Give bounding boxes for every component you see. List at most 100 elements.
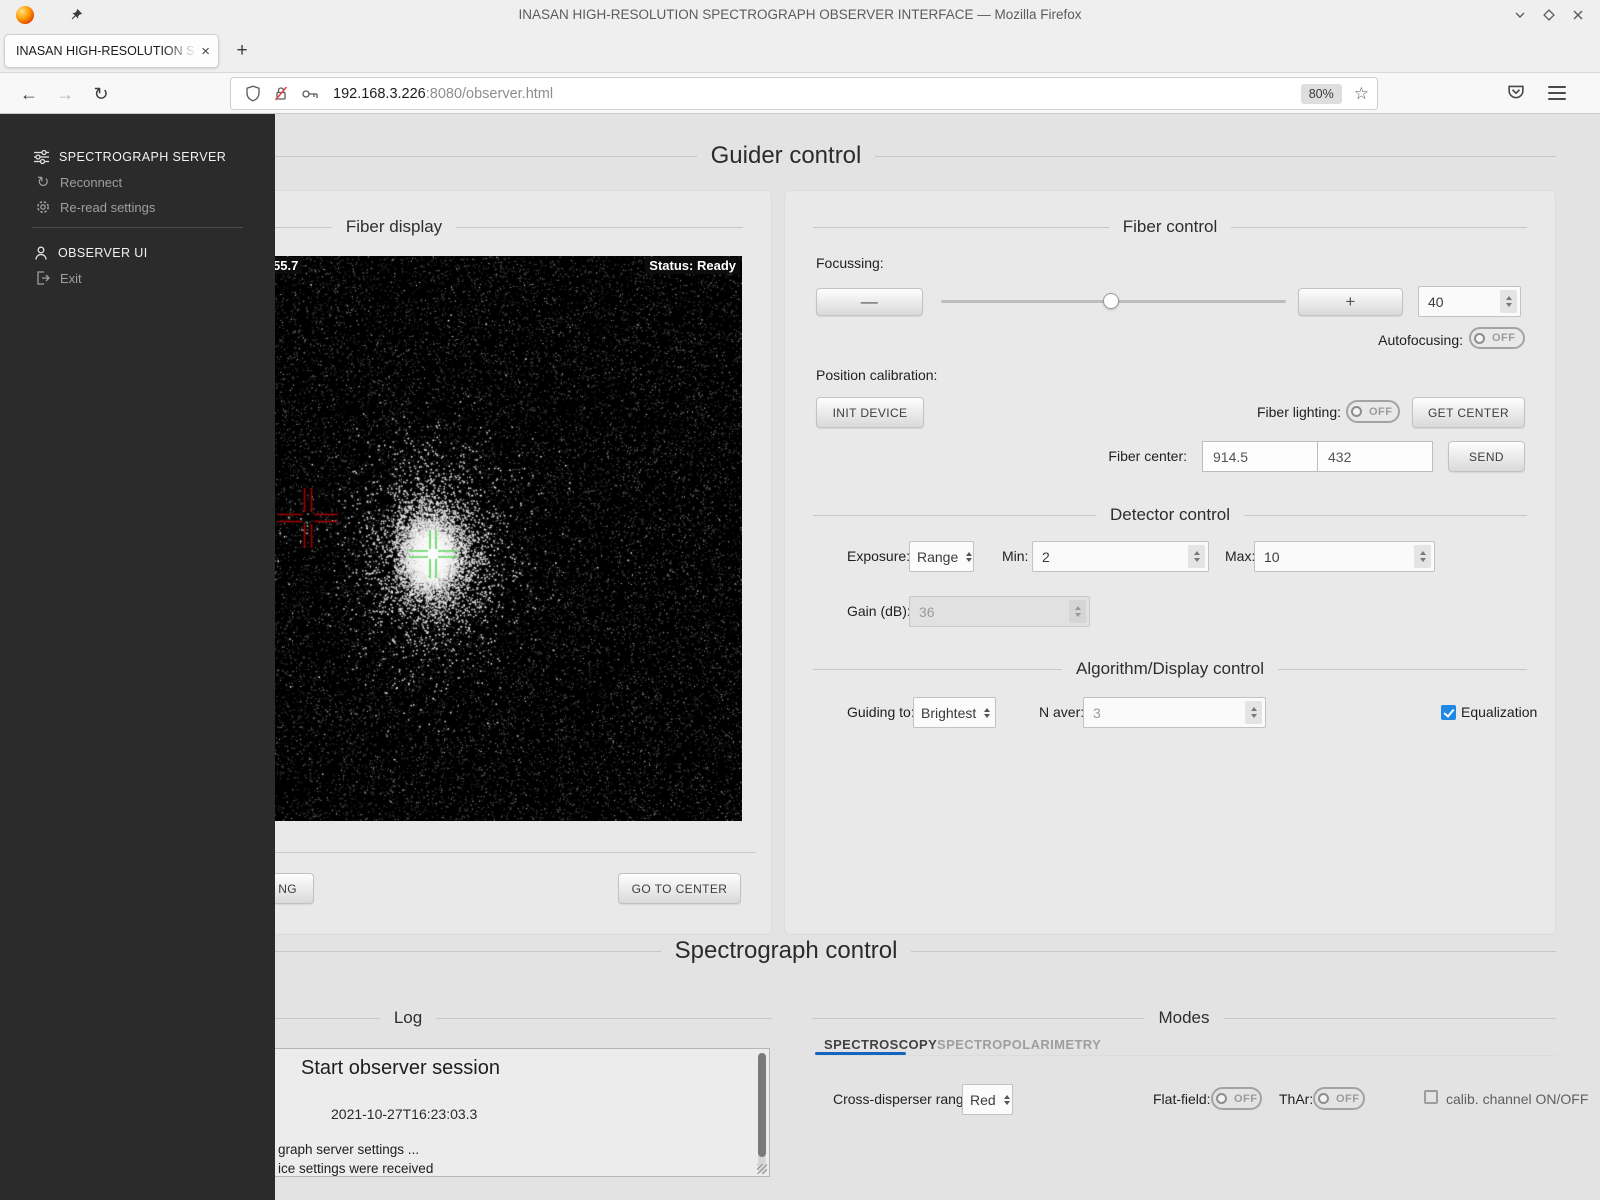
maximize-button[interactable] (1539, 5, 1559, 25)
browser-tab[interactable]: INASAN HIGH-RESOLUTION S × (4, 34, 219, 68)
back-button[interactable]: ← (14, 79, 44, 109)
flat-field-toggle-knob (1216, 1093, 1227, 1104)
focus-slider-thumb[interactable] (1103, 293, 1119, 309)
tab-close-button[interactable]: × (197, 43, 210, 60)
n-aver-spinner[interactable] (1245, 701, 1262, 724)
focus-minus-button[interactable]: — (816, 288, 923, 316)
navigation-toolbar: ← → ↻ 192.168.3.226:8080/observer.html 8… (0, 72, 1600, 114)
log-scrollbar-thumb[interactable] (758, 1053, 766, 1157)
n-aver-input[interactable] (1084, 705, 1245, 721)
pocket-icon[interactable] (1506, 82, 1526, 107)
init-device-button[interactable]: INIT DEVICE (816, 397, 924, 428)
fiber-lighting-toggle[interactable]: OFF (1346, 400, 1400, 423)
url-host: 192.168.3.226 (333, 86, 426, 102)
exposure-mode-value: Range (917, 549, 958, 565)
calib-channel-checkbox[interactable] (1424, 1090, 1438, 1104)
fiber-lighting-toggle-knob (1351, 406, 1362, 417)
exposure-min-label: Min: (1002, 548, 1028, 564)
key-icon[interactable] (301, 87, 319, 101)
log-entry-title: Start observer session (301, 1057, 500, 1080)
exposure-min-spinner[interactable] (1188, 545, 1205, 568)
modes-legend: Modes (812, 1008, 1556, 1028)
page-content: Guider control Fiber display 55.7 Status… (0, 114, 1600, 1200)
fiber-center-label: Fiber center: (1065, 448, 1187, 464)
cross-disperser-label: Cross-disperser range: (833, 1091, 975, 1107)
thar-label: ThAr: (1279, 1091, 1313, 1107)
gain-wrap (909, 596, 1090, 627)
select-arrows-icon (1004, 1095, 1010, 1105)
focusing-label: Focussing: (816, 255, 884, 271)
url-path: :8080/observer.html (426, 86, 553, 102)
exposure-min-input[interactable] (1033, 549, 1188, 565)
titlebar: INASAN HIGH-RESOLUTION SPECTROGRAPH OBSE… (0, 0, 1600, 30)
exposure-max-label: Max: (1225, 548, 1255, 564)
exit-icon (35, 270, 51, 286)
new-tab-button[interactable]: + (228, 37, 256, 65)
exposure-max-wrap (1254, 541, 1435, 572)
exposure-min-wrap (1032, 541, 1209, 572)
fiber-control-panel: Fiber control Focussing: — + Autofocusin… (784, 190, 1556, 935)
tab-spectroscopy[interactable]: SPECTROSCOPY (824, 1037, 937, 1052)
thar-toggle[interactable]: OFF (1313, 1087, 1365, 1110)
tab-spectropolarimetry[interactable]: SPECTROPOLARIMETRY (937, 1037, 1101, 1052)
tab-bar: INASAN HIGH-RESOLUTION S × + (0, 30, 1600, 72)
person-icon (33, 245, 49, 261)
exposure-mode-select[interactable]: Range (909, 541, 974, 572)
gain-input[interactable] (910, 604, 1069, 620)
thar-state: OFF (1336, 1093, 1360, 1105)
get-center-button[interactable]: GET CENTER (1412, 397, 1525, 428)
n-aver-wrap (1083, 697, 1266, 728)
log-line: graph server settings ... (278, 1142, 419, 1157)
exposure-max-spinner[interactable] (1414, 545, 1431, 568)
guiding-to-select[interactable]: Brightest (913, 697, 996, 728)
minimize-button[interactable] (1510, 5, 1530, 25)
algorithm-display-legend: Algorithm/Display control (813, 659, 1527, 679)
bookmark-star-icon[interactable]: ☆ (1354, 84, 1369, 104)
fiber-lighting-label: Fiber lighting: (1205, 404, 1341, 420)
gain-spinner (1069, 600, 1086, 623)
gain-label: Gain (dB): (847, 603, 911, 619)
menu-hamburger-icon[interactable] (1548, 86, 1566, 100)
flat-field-toggle[interactable]: OFF (1211, 1087, 1262, 1110)
cross-disperser-select[interactable]: Red (962, 1084, 1013, 1115)
window-title: INASAN HIGH-RESOLUTION SPECTROGRAPH OBSE… (0, 7, 1600, 22)
focus-value-input[interactable] (1419, 294, 1500, 310)
sidebar-item-exit[interactable]: Exit (35, 269, 82, 287)
fiber-control-legend: Fiber control (813, 217, 1527, 237)
sidebar-item-reconnect[interactable]: ↻ Reconnect (35, 173, 122, 191)
calib-channel-label: calib. channel ON/OFF (1446, 1091, 1588, 1107)
modes-tabs-border (815, 1055, 1556, 1056)
fiber-center-x-input[interactable] (1202, 441, 1318, 472)
flat-field-state: OFF (1234, 1093, 1258, 1105)
sidebar-item-spectrograph-server: SPECTROGRAPH SERVER (33, 148, 226, 166)
log-resize-grip[interactable] (757, 1164, 767, 1174)
zoom-level-badge[interactable]: 80% (1301, 84, 1342, 104)
forward-button[interactable]: → (50, 79, 80, 109)
shield-icon[interactable] (245, 85, 261, 102)
select-arrows-icon (984, 708, 990, 718)
lock-slash-icon[interactable] (273, 85, 289, 102)
send-button[interactable]: SEND (1448, 441, 1525, 472)
close-window-button[interactable] (1568, 5, 1588, 25)
go-to-center-button[interactable]: GO TO CENTER (618, 873, 741, 904)
autofocusing-state: OFF (1492, 332, 1516, 344)
url-bar[interactable]: 192.168.3.226:8080/observer.html 80% ☆ (230, 77, 1378, 110)
focus-plus-button[interactable]: + (1298, 288, 1403, 316)
equalization-checkbox[interactable] (1441, 705, 1456, 720)
sidebar-item-reread-settings[interactable]: Re-read settings (35, 198, 155, 216)
guiding-to-value: Brightest (921, 705, 976, 721)
fiber-lighting-state: OFF (1369, 406, 1393, 418)
gear-icon (35, 199, 51, 215)
url-text[interactable]: 192.168.3.226:8080/observer.html (333, 86, 1301, 102)
reload-button[interactable]: ↻ (86, 79, 116, 109)
autofocusing-toggle[interactable]: OFF (1469, 327, 1525, 349)
flat-field-label: Flat-field: (1153, 1091, 1211, 1107)
active-tab-underline (815, 1052, 906, 1055)
tab-title: INASAN HIGH-RESOLUTION S (16, 44, 197, 58)
equalization-label: Equalization (1461, 704, 1537, 720)
fiber-center-y-input[interactable] (1317, 441, 1433, 472)
position-calibration-label: Position calibration: (816, 367, 937, 383)
exposure-max-input[interactable] (1255, 549, 1414, 565)
focus-spinner[interactable] (1500, 290, 1517, 313)
guiding-to-label: Guiding to: (847, 704, 915, 720)
